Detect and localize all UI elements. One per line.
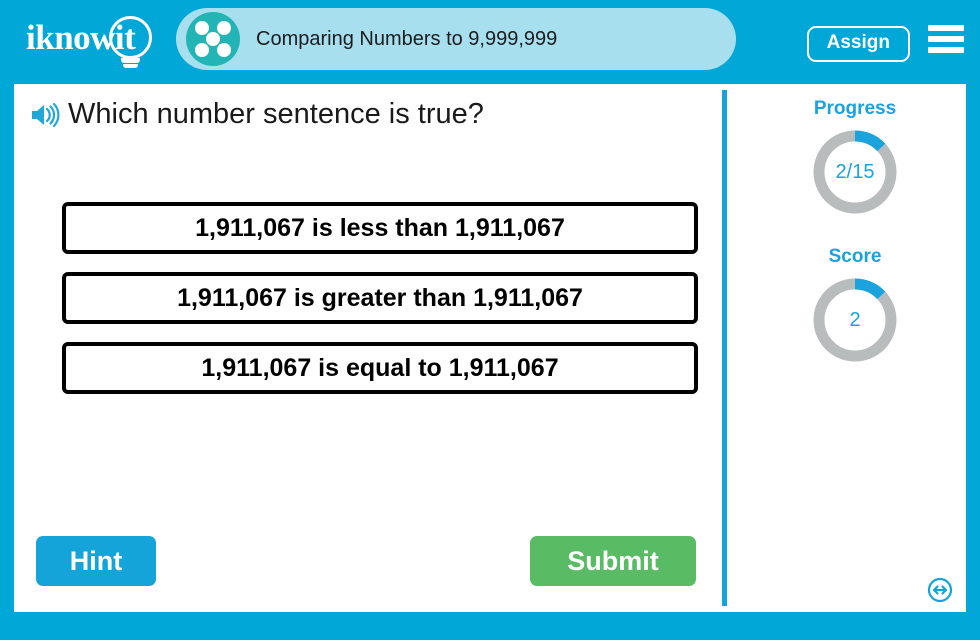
submit-button[interactable]: Submit — [530, 536, 696, 586]
menu-bar-3 — [928, 47, 964, 53]
dot-top-right — [217, 21, 231, 35]
menu-bar-1 — [928, 25, 964, 31]
answer-option[interactable]: 1,911,067 is less than 1,911,067 — [62, 202, 698, 254]
topic-title-pill: Comparing Numbers to 9,999,999 — [176, 8, 736, 70]
vertical-divider — [722, 90, 727, 606]
iknowit-logo[interactable]: iknowit — [22, 13, 172, 69]
progress-gauge: Progress 2/15 — [744, 98, 966, 218]
progress-value: 2/15 — [835, 160, 875, 183]
hint-button[interactable]: Hint — [36, 536, 156, 586]
score-donut: 2 — [809, 274, 901, 366]
question-row: Which number sentence is true? — [30, 98, 484, 131]
dot-top-left — [195, 21, 209, 35]
content-frame: Which number sentence is true? 1,911,067… — [14, 84, 966, 612]
assign-button[interactable]: Assign — [806, 26, 910, 62]
hamburger-menu-icon[interactable] — [928, 25, 964, 53]
question-text: Which number sentence is true? — [68, 98, 484, 130]
answer-options-list: 1,911,067 is less than 1,911,067 1,911,0… — [62, 202, 698, 412]
five-dots-circle-icon — [186, 12, 240, 66]
status-sidebar: Progress 2/15 Score 2 — [744, 84, 966, 612]
page-title: Comparing Numbers to 9,999,999 — [256, 27, 558, 50]
menu-bar-2 — [928, 36, 964, 42]
dot-center — [206, 32, 220, 46]
lightbulb-icon — [109, 16, 152, 59]
score-label: Score — [828, 246, 882, 267]
answer-option[interactable]: 1,911,067 is equal to 1,911,067 — [62, 342, 698, 394]
app-window: iknowit Comparing Numbers to 9,999,999 A… — [0, 0, 980, 640]
app-header: iknowit Comparing Numbers to 9,999,999 A… — [0, 0, 980, 78]
lightbulb-base-icon — [121, 58, 140, 63]
progress-donut: 2/15 — [809, 126, 901, 218]
resize-horizontal-circle-icon[interactable] — [926, 576, 954, 604]
speaker-icon[interactable] — [30, 102, 60, 128]
dot-bottom-left — [195, 43, 209, 57]
answer-option[interactable]: 1,911,067 is greater than 1,911,067 — [62, 272, 698, 324]
score-gauge: Score 2 — [744, 246, 966, 366]
lightbulb-base-lower-icon — [123, 64, 138, 68]
score-value: 2 — [849, 308, 861, 331]
dot-bottom-right — [217, 43, 231, 57]
progress-label: Progress — [813, 98, 897, 119]
